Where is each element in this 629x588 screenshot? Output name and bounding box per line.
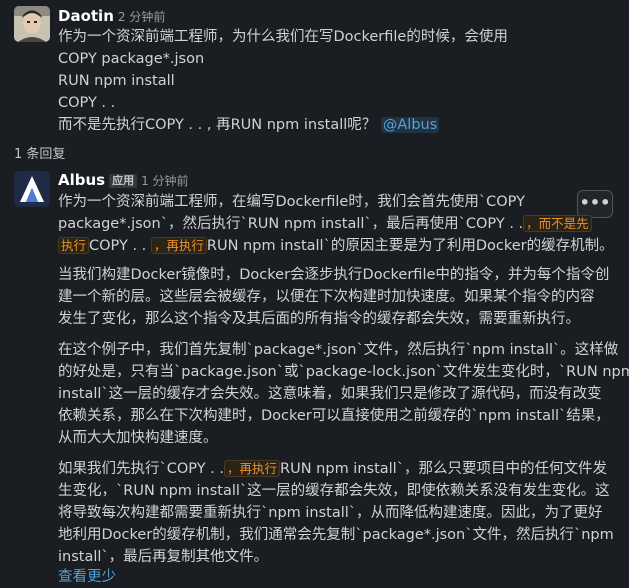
message-line: 地利用Docker的缓存机制，我们通常会先复制`package*.json`文件… [58,527,614,543]
message-line: 将导致每次构建都需要重新执行`npm install`，从而降低构建速度。因此，… [58,505,603,521]
user-photo-icon [14,6,50,42]
inline-code: ，再执行 [150,237,207,254]
message-line: 作为一个资深前端工程师，为什么我们在写Dockerfile的时候，会使用 [58,29,508,45]
message-line: 而不是先执行COPY . . , 再RUN npm install呢？ [58,117,377,133]
message-line: RUN npm install [58,73,175,89]
message-line: 在这个例子中，我们首先复制`package*.json`文件，然后执行`npm … [58,342,619,358]
author-name[interactable]: Daotin [58,7,114,25]
timestamp[interactable]: 2 分钟前 [118,10,165,24]
inline-code: ，而不是先 [523,215,592,232]
app-badge: 应用 [109,174,138,188]
message-line: COPY . . [58,95,116,111]
avatar-albus[interactable] [14,171,50,207]
message-line: 建一个新的层。这些层会被缓存，以便在下次构建时加快速度。如果某个指令的内容 [58,289,595,305]
message-line: 如果我们先执行`COPY . . [58,461,225,477]
message-line: 当我们构建Docker镜像时，Docker会逐步执行Dockerfile中的指令… [58,267,610,283]
message-line: COPY . . [89,238,147,254]
message-line: 作为一个资深前端工程师，在编写Dockerfile时，我们会首先使用`COPY [58,194,525,210]
avatar-daotin[interactable] [14,6,50,42]
show-less-link[interactable]: 查看更少 [58,566,116,588]
message-line: RUN npm install`的原因主要是为了利用Docker的缓存机制。 [206,238,614,254]
message-line: package*.json`，然后执行`RUN npm install`，最后再… [58,216,524,232]
inline-code: 执行 [58,237,90,254]
mention-albus[interactable]: @Albus [380,117,440,133]
message-line: 发生了变化，那么这个指令及其后面的所有指令的缓存都会失效，需要重新执行。 [58,311,580,327]
inline-code: ，再执行 [224,460,281,477]
timestamp[interactable]: 1 分钟前 [141,174,188,188]
message-line: 生变化，`RUN npm install`这一层的缓存都会失效，即使依赖关系没有… [58,483,610,499]
message-line: install`这一层的缓存才会失效。这意味着，如果我们只是修改了源代码，而没有… [58,386,602,402]
message-line: install`，最后再复制其他文件。 [58,549,269,565]
message-line: 从而大大加快构建速度。 [58,430,218,446]
reply-count[interactable]: 1 条回复 [14,144,65,166]
albus-logo-icon [14,171,50,207]
author-name[interactable]: Albus [58,171,105,189]
message-line: 的好处是，只有当`package.json`或`package-lock.jso… [58,364,629,380]
message-line: RUN npm install`，那么只要项目中的任何文件发 [280,461,607,477]
message-line: 依赖关系，那么在下次构建时，Docker可以直接使用之前缓存的`npm inst… [58,408,610,424]
message-line: COPY package*.json [58,51,205,67]
